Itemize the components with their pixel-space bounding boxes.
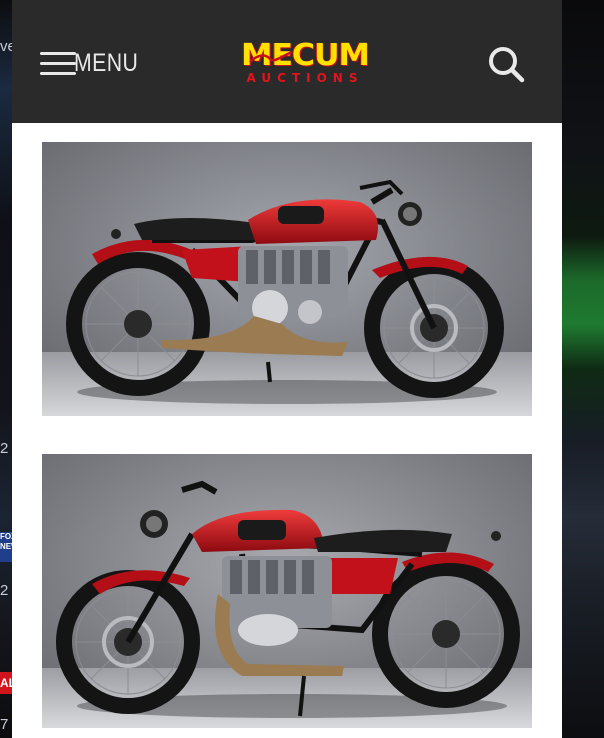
menu-label: MENU — [74, 48, 139, 77]
background-text: 2 — [0, 582, 9, 599]
background-left: ve 2 FOX NEWS 2 AL 7 — [0, 0, 12, 738]
gallery-photo-1[interactable] — [42, 142, 532, 416]
red-badge: AL — [0, 672, 12, 694]
background-text: 2 — [0, 440, 9, 457]
motorcycle-photo — [42, 142, 532, 416]
hamburger-icon — [40, 50, 76, 76]
site-header: MENU MECUM AUCTIONS — [12, 0, 562, 123]
mecum-logo[interactable]: MECUM AUCTIONS — [234, 40, 376, 88]
mobile-page: MENU MECUM AUCTIONS — [12, 0, 562, 738]
gallery-photo-2[interactable] — [42, 454, 532, 728]
background-text: 7 — [0, 716, 9, 733]
motorcycle-photo — [42, 454, 532, 728]
background-text: ve — [0, 38, 12, 55]
search-button[interactable] — [484, 42, 528, 86]
fox-news-badge: FOX NEWS — [0, 532, 12, 562]
logo-swoosh-icon — [249, 50, 293, 63]
background-right — [562, 0, 604, 738]
menu-button[interactable]: MENU — [40, 46, 150, 80]
logo-subtitle: AUCTIONS — [246, 71, 364, 85]
search-icon — [489, 47, 525, 83]
